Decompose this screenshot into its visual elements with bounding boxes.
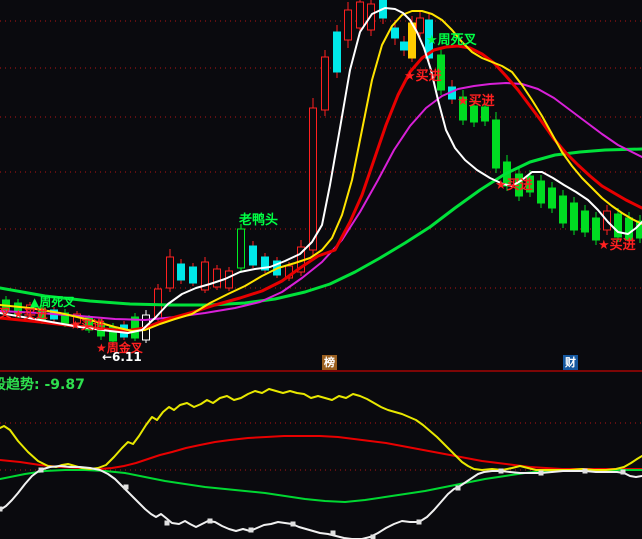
white-square-marker (249, 528, 254, 533)
white-square-marker (499, 469, 504, 474)
candle-body-red (226, 271, 233, 288)
candle-body-green (493, 120, 500, 168)
candle-body-green (615, 214, 622, 237)
candle-body-red (417, 18, 424, 33)
candle-body-red (357, 2, 364, 28)
candle-body-red (214, 269, 221, 287)
white-square-marker (331, 531, 336, 536)
chart-annotation: 叉 (0, 306, 12, 320)
white-square-marker (371, 535, 376, 539)
white-square-marker (0, 507, 3, 512)
chart-annotation: ★买进 (457, 94, 495, 109)
white-square-marker (291, 522, 296, 527)
chart-annotation: ←6.11 (102, 350, 142, 364)
candle-body-red (310, 108, 317, 250)
divider-badge-cai[interactable]: 财 (563, 355, 578, 370)
candle-body-green (549, 188, 556, 208)
candle-body-cyan (334, 32, 341, 72)
candle-body-green (482, 107, 489, 121)
white-square-marker (208, 519, 213, 524)
main-price-chart[interactable]: 叉★买进▲周死叉★买进★周金叉←6.11老鸭头★周死叉★买进★买进★买进★买进 (0, 0, 642, 371)
white-square-marker (165, 521, 170, 526)
chart-annotation: ★买进 (495, 178, 533, 193)
chart-annotation: ★买进 (70, 317, 105, 332)
chart-annotation: ★买进 (598, 238, 636, 253)
white-square-marker (583, 469, 588, 474)
osc-white (0, 466, 642, 539)
chart-annotation: ★买进 (404, 69, 442, 84)
candle-body-green (626, 218, 633, 240)
divider-badge-bang[interactable]: 榜 (322, 355, 337, 370)
osc-green (0, 470, 642, 502)
indicator-label-text: 趋势: -9.87 (6, 377, 85, 393)
white-square-marker (124, 485, 129, 490)
ma-magenta (0, 83, 642, 320)
candle-body-cyan (178, 264, 185, 280)
chart-annotation: ▲周死叉 (30, 295, 76, 309)
trend-indicator-chart[interactable] (0, 372, 642, 539)
candle-body-cyan (250, 246, 257, 265)
chart-annotation: 老鸭头 (238, 212, 278, 228)
stock-chart-app-window: 叉★买进▲周死叉★买进★周金叉←6.11老鸭头★周死叉★买进★买进★买进★买进 … (0, 0, 642, 539)
white-square-marker (539, 471, 544, 476)
candle-body-green (538, 181, 545, 203)
indicator-value-label: 段趋势: -9.87 (0, 374, 85, 394)
candle-body-red (345, 10, 352, 40)
white-square-marker (621, 470, 626, 475)
candle-body-red (167, 257, 174, 288)
white-square-marker (39, 468, 44, 473)
osc-red (0, 436, 642, 469)
candle-body-cyan (392, 28, 399, 38)
candle-body-green (560, 196, 567, 223)
candle-body-green (593, 218, 600, 240)
candle-body-cyan (190, 267, 197, 283)
candle-body-green-hollow (238, 229, 245, 268)
white-square-marker (417, 520, 422, 525)
chart-annotation: ★周死叉 (426, 33, 478, 48)
osc-yellow (0, 389, 642, 470)
candle-body-cyan (401, 42, 408, 50)
candle-body-green (582, 211, 589, 232)
candle-body-red (322, 57, 329, 110)
candle-body-green (571, 203, 578, 230)
white-square-marker (456, 486, 461, 491)
